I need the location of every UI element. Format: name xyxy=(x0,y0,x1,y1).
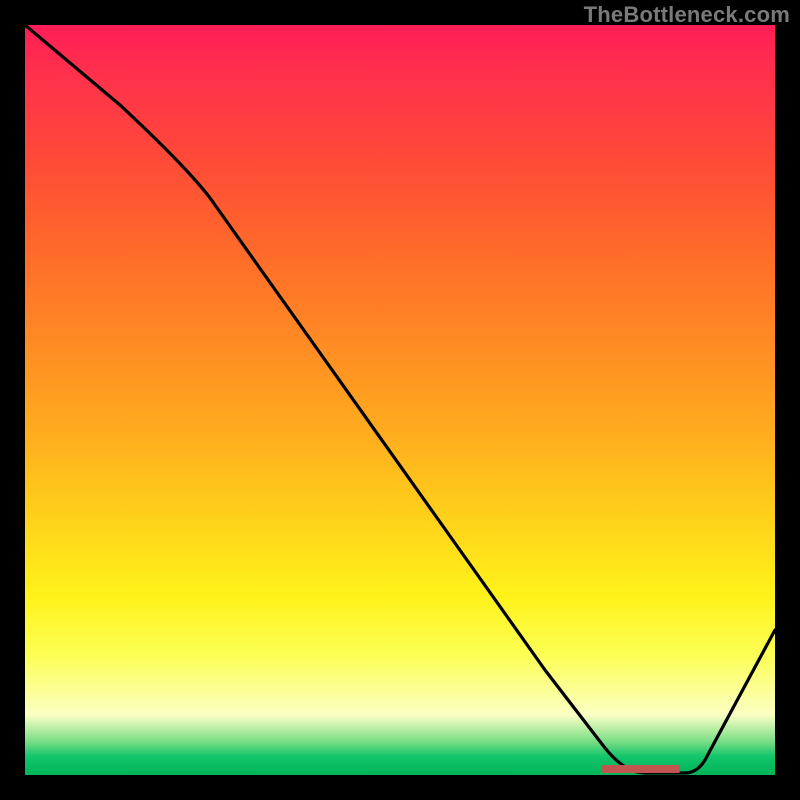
curve-path xyxy=(25,25,775,773)
bottleneck-curve xyxy=(25,25,775,775)
optimal-range-marker xyxy=(602,765,680,773)
plot-area xyxy=(25,25,775,775)
chart-stage: TheBottleneck.com xyxy=(0,0,800,800)
